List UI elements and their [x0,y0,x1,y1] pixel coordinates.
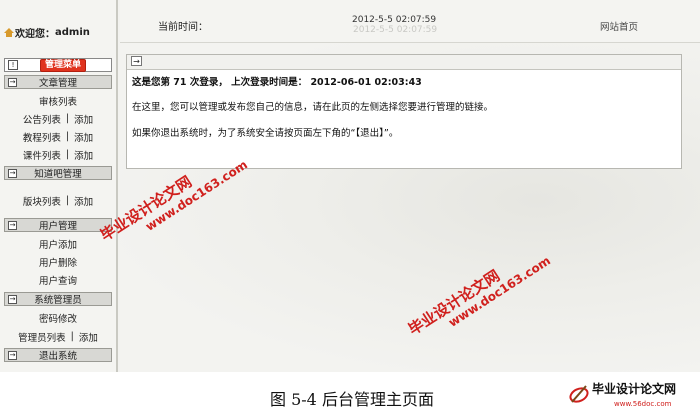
link-tutorial-list[interactable]: 教程列表 [23,130,61,144]
panel-header: → [127,55,681,70]
section-title: 知道吧管理 [34,169,82,180]
link-user-delete[interactable]: 用户删除 [39,255,77,269]
time-label: 当前时间： [158,22,208,33]
link-tutorial-add[interactable]: 添加 [74,130,93,144]
site-logo: 毕业设计论文网 www.56doc.com [568,378,698,411]
menu-row: 密码修改 [4,310,112,325]
menu-row: 教程列表 | 添加 [22,130,94,144]
expand-icon: → [8,350,17,360]
welcome-bar: 欢迎您： admin [0,18,116,46]
menu-row: 审核列表 [4,93,112,108]
arrow-right-icon[interactable]: → [131,56,142,66]
logo-url: www.56doc.com [614,400,672,408]
top-bar: 当前时间： 2012-5-5 02:07:59 2012-5-5 02:07:5… [120,0,700,43]
site-home-link[interactable]: 网站首页 [600,19,638,33]
menu-row: 用户查询 [4,272,112,287]
menu-title: 管理菜单 [40,58,87,72]
menu-row: 版块列表 | 添加 [22,194,94,208]
home-icon [4,27,14,37]
figure-caption: 图 5-4 后台管理主页面 [270,390,434,409]
link-courseware-add[interactable]: 添加 [74,148,93,162]
menu-icon: ! [8,60,18,70]
section-title: 系统管理员 [34,295,82,306]
welcome-label: 欢迎您： [15,28,55,40]
login-info: 这是您第 71 次登录， 上次登录时间是： 2012-06-01 02:03:4… [132,77,422,88]
logo-graphic: 毕业设计论文网 www.56doc.com [569,381,676,408]
section-title: 文章管理 [38,78,77,89]
logo-name: 毕业设计论文网 [592,381,676,396]
menu-row: 管理员列表 | 添加 [18,330,98,344]
logout-hint: 如果你退出系统时，为了系统安全请按页面左下角的“【退出】”。 [132,128,399,139]
link-board-list[interactable]: 版块列表 [23,194,61,208]
section-title: 退出系统 [38,351,77,362]
time-value-shadow: 2012-5-5 02:07:59 [353,25,438,35]
link-notice-add[interactable]: 添加 [74,112,93,126]
screenshot-area: 欢迎您： admin ! 管理菜单 → 文章管理 审核列表 公告列表 | 添加 … [0,0,700,372]
link-user-query[interactable]: 用户查询 [39,273,77,287]
instruction-text: 在这里，您可以管理或发布您自己的信息，请在此页的左侧选择您要进行管理的链接。 [132,102,494,113]
expand-icon: → [8,168,17,178]
menu-row: 用户删除 [4,254,112,269]
menu-row: 课件列表 | 添加 [22,148,94,162]
expand-icon: → [8,77,17,87]
link-password-change[interactable]: 密码修改 [39,311,77,325]
link-board-add[interactable]: 添加 [74,194,93,208]
expand-icon: → [8,220,17,230]
link-review-list[interactable]: 审核列表 [39,94,77,108]
expand-icon: → [8,294,17,304]
main-panel: → 这是您第 71 次登录， 上次登录时间是： 2012-06-01 02:03… [126,54,682,169]
time-value: 2012-5-5 02:07:59 [352,15,437,25]
section-logout[interactable]: → 退出系统 [4,348,112,362]
username: admin [55,26,90,38]
menu-header: ! 管理菜单 [4,58,112,72]
menu-row: 公告列表 | 添加 [22,112,94,126]
section-zhidaoba[interactable]: → 知道吧管理 [4,166,112,180]
menu-row: 用户添加 [4,236,112,251]
link-user-add[interactable]: 用户添加 [39,237,77,251]
section-admin[interactable]: → 系统管理员 [4,292,112,306]
link-courseware-list[interactable]: 课件列表 [23,148,61,162]
link-admin-add[interactable]: 添加 [79,330,98,344]
link-admin-list[interactable]: 管理员列表 [18,330,66,344]
section-users[interactable]: → 用户管理 [4,218,112,232]
sidebar: 欢迎您： admin ! 管理菜单 → 文章管理 审核列表 公告列表 | 添加 … [0,0,118,372]
section-article[interactable]: → 文章管理 [4,75,112,89]
link-notice-list[interactable]: 公告列表 [23,112,61,126]
